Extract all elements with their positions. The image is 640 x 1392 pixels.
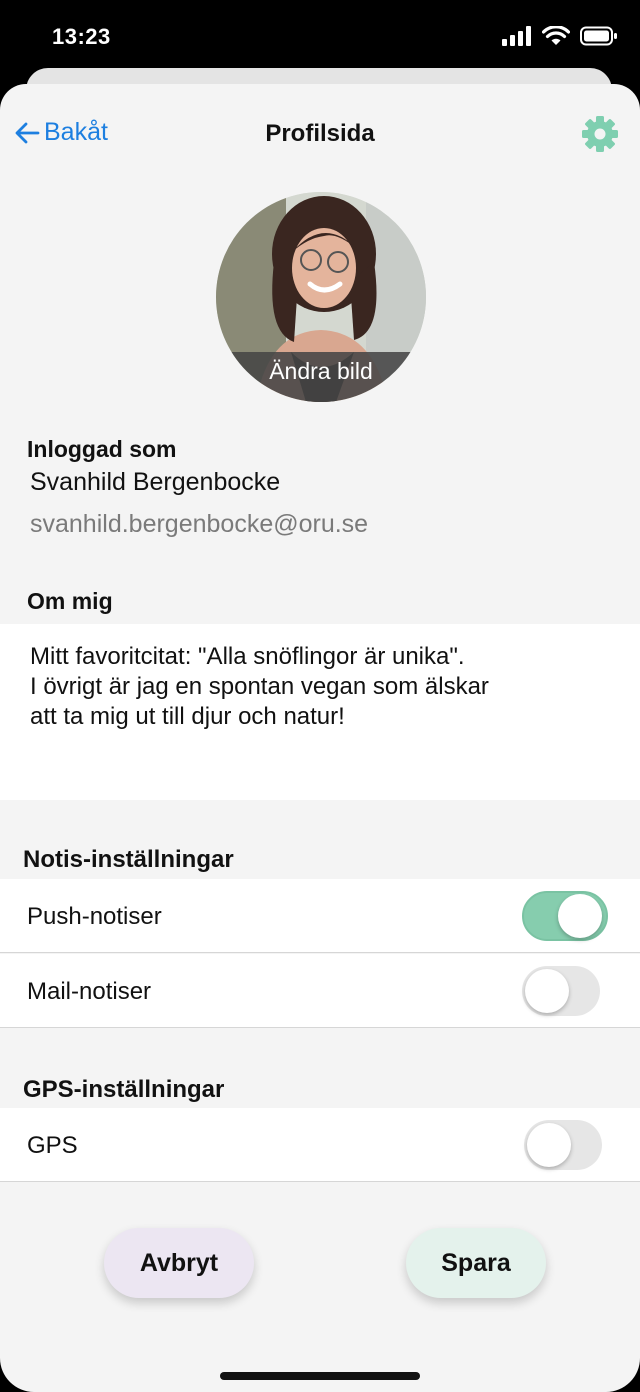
push-notifications-toggle[interactable] bbox=[522, 891, 608, 941]
save-button[interactable]: Spara bbox=[406, 1228, 546, 1298]
push-notifications-label: Push-notiser bbox=[27, 903, 162, 930]
toggle-knob bbox=[558, 894, 602, 938]
toggle-knob bbox=[527, 1123, 571, 1167]
battery-icon bbox=[580, 26, 617, 46]
wifi-icon bbox=[542, 26, 570, 45]
about-textarea[interactable]: Mitt favoritcitat: "Alla snöflingor är u… bbox=[0, 624, 640, 800]
mail-notifications-row: Mail-notiser bbox=[0, 954, 640, 1028]
gps-row: GPS bbox=[0, 1108, 640, 1182]
mail-notifications-toggle[interactable] bbox=[522, 966, 600, 1016]
cancel-button[interactable]: Avbryt bbox=[104, 1228, 254, 1298]
status-icons bbox=[502, 26, 618, 46]
push-notifications-row: Push-notiser bbox=[0, 879, 640, 953]
about-heading: Om mig bbox=[27, 588, 113, 614]
home-indicator bbox=[220, 1372, 420, 1380]
navigation-bar: Bakåt Profilsida bbox=[0, 84, 640, 184]
gps-settings-heading: GPS-inställningar bbox=[23, 1076, 225, 1103]
change-photo-button[interactable]: Ändra bild bbox=[216, 352, 426, 402]
notification-settings-heading: Notis-inställningar bbox=[23, 846, 234, 873]
logged-in-heading: Inloggad som bbox=[27, 436, 177, 462]
gear-icon[interactable] bbox=[580, 114, 620, 154]
gps-toggle[interactable] bbox=[524, 1120, 602, 1170]
profile-screen: Bakåt Profilsida Ändra bild Inloggad som… bbox=[0, 84, 640, 1392]
user-email: svanhild.bergenbocke@oru.se bbox=[30, 510, 369, 538]
user-name: Svanhild Bergenbocke bbox=[30, 468, 281, 496]
gps-label: GPS bbox=[27, 1132, 78, 1159]
status-time: 13:23 bbox=[52, 24, 111, 49]
page-title: Profilsida bbox=[265, 120, 375, 147]
about-text: Mitt favoritcitat: "Alla snöflingor är u… bbox=[30, 643, 489, 730]
toggle-knob bbox=[525, 969, 569, 1013]
cellular-signal-icon bbox=[502, 26, 531, 46]
profile-avatar[interactable]: Ändra bild bbox=[216, 192, 426, 402]
mail-notifications-label: Mail-notiser bbox=[27, 978, 152, 1005]
